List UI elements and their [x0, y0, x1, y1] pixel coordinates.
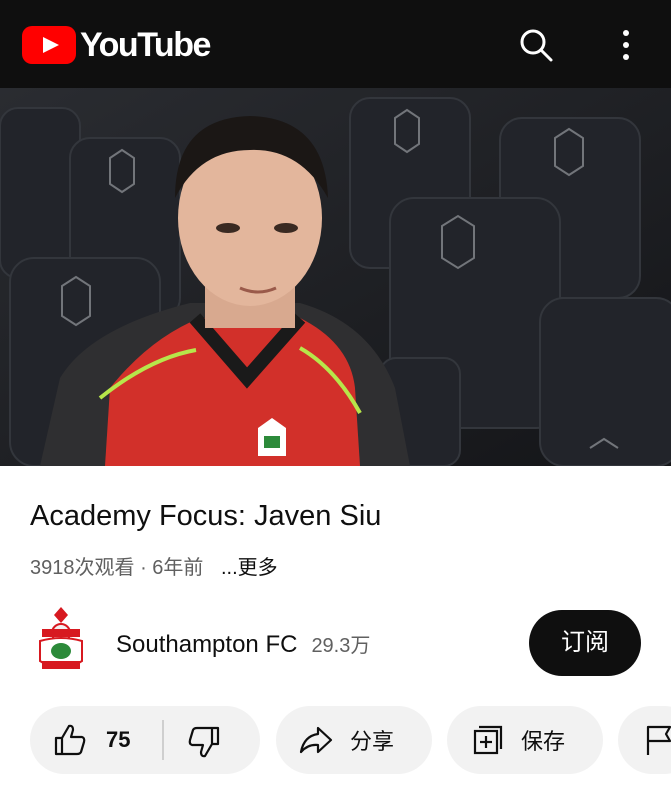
- meta-separator: ·: [140, 557, 147, 579]
- channel-row: Southampton FC 29.3万 订阅: [0, 605, 671, 683]
- more-vert-icon[interactable]: [606, 25, 646, 65]
- dislike-icon[interactable]: [186, 724, 222, 760]
- channel-avatar[interactable]: [30, 605, 92, 677]
- like-count[interactable]: 75: [106, 727, 130, 753]
- share-button[interactable]: 分享: [276, 706, 432, 774]
- save-button[interactable]: 保存: [447, 706, 603, 774]
- subscribe-button[interactable]: 订阅: [529, 610, 641, 676]
- share-icon: [299, 726, 333, 754]
- like-dislike-pill: 75: [30, 706, 260, 774]
- like-divider: [162, 720, 164, 760]
- save-playlist-icon: [473, 725, 503, 755]
- channel-name: Southampton FC: [116, 631, 298, 658]
- action-bar: 75 分享 保存: [0, 706, 671, 776]
- more-description-link[interactable]: ...更多: [221, 557, 278, 579]
- upload-age: 6年前: [152, 557, 204, 579]
- video-frame: [0, 88, 671, 466]
- youtube-logo[interactable]: YouTube: [22, 26, 211, 64]
- like-icon[interactable]: [52, 722, 88, 758]
- share-label: 分享: [350, 729, 395, 754]
- logo-text: YouTube: [80, 26, 211, 64]
- save-label: 保存: [521, 729, 566, 754]
- video-title: Academy Focus: Javen Siu: [30, 500, 382, 532]
- report-button[interactable]: [618, 706, 671, 774]
- video-meta[interactable]: 3918次观看 · 6年前 ...更多: [30, 551, 278, 580]
- flag-icon: [646, 725, 671, 755]
- search-icon[interactable]: [516, 25, 556, 65]
- channel-name-line[interactable]: Southampton FC 29.3万: [116, 629, 370, 659]
- youtube-play-icon: [22, 26, 76, 64]
- subscriber-count: 29.3万: [311, 635, 371, 657]
- view-count: 3918次观看: [30, 557, 135, 579]
- top-app-bar: YouTube: [0, 0, 671, 88]
- video-player[interactable]: [0, 88, 671, 466]
